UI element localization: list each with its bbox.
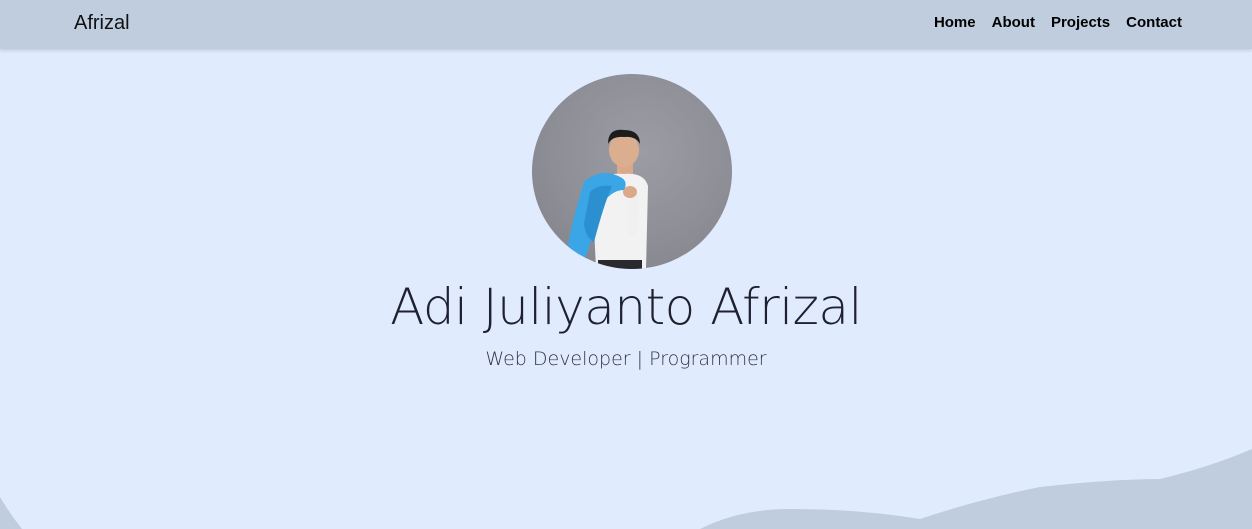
nav-item-about: About (992, 14, 1035, 32)
navbar: Afrizal Home About Projects Contact (0, 0, 1252, 49)
nav-item-home: Home (934, 14, 976, 32)
nav-links: Home About Projects Contact (934, 14, 1182, 32)
hero-name: Adi Juliyanto Afrizal (390, 278, 862, 336)
nav-link-home[interactable]: Home (934, 14, 976, 31)
nav-item-contact: Contact (1126, 14, 1182, 32)
nav-link-contact[interactable]: Contact (1126, 14, 1182, 31)
profile-photo-illustration (568, 129, 648, 269)
nav-link-about[interactable]: About (992, 14, 1035, 31)
profile-photo (532, 74, 732, 269)
nav-link-projects[interactable]: Projects (1051, 14, 1110, 31)
hero-subtitle: Web Developer | Programmer (485, 348, 767, 370)
page: Afrizal Home About Projects Contact Adi … (0, 0, 1252, 529)
brand-link[interactable]: Afrizal (74, 12, 130, 34)
nav-item-projects: Projects (1051, 14, 1110, 32)
bottom-wave-decoration (0, 449, 1252, 529)
